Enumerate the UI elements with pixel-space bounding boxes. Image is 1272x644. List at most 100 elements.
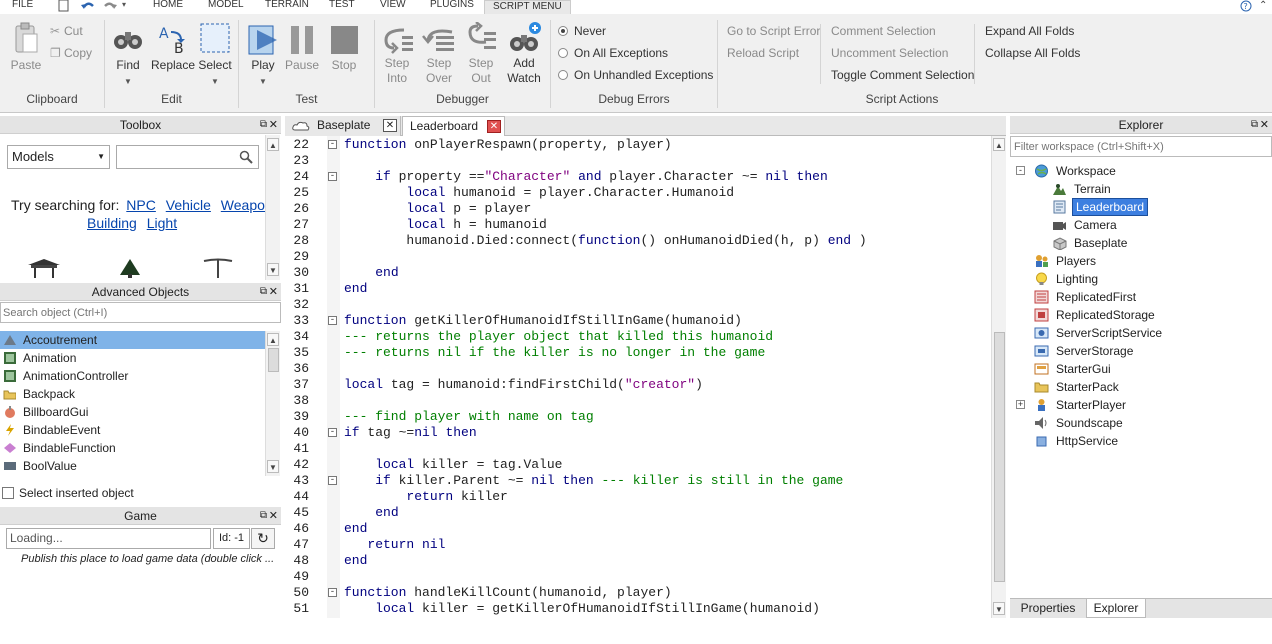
tab-baseplate[interactable]: Baseplate ✕: [285, 116, 401, 136]
model-thumbnail-streetlight[interactable]: [200, 257, 236, 279]
play-button[interactable]: Play ▼: [244, 22, 282, 89]
code-line[interactable]: 50 - function handleKillCount(humanoid, pl…: [285, 585, 990, 601]
tab-close-icon[interactable]: ✕: [383, 119, 397, 132]
close-icon[interactable]: ✕: [1260, 116, 1269, 134]
find-dropdown-icon[interactable]: ▼: [124, 77, 132, 86]
scroll-thumb[interactable]: [268, 348, 279, 372]
suggestion-link-building[interactable]: Building: [87, 215, 137, 231]
explorer-item-startergui[interactable]: StarterGui: [1034, 360, 1234, 378]
help-icon[interactable]: ?: [1240, 0, 1254, 12]
toolbox-scrollbar[interactable]: ▲ ▼: [265, 135, 280, 280]
step-over-button[interactable]: Step Over: [420, 22, 458, 86]
scroll-up-icon[interactable]: ▲: [993, 138, 1005, 151]
explorer-item-soundscape[interactable]: Soundscape: [1034, 414, 1234, 432]
code-line[interactable]: 35 --- returns nil if the killer is no lo…: [285, 345, 990, 361]
tab-home[interactable]: HOME: [153, 0, 183, 14]
checkbox-unchecked-icon[interactable]: [2, 487, 14, 499]
editor-scrollbar[interactable]: ▲ ▼: [991, 136, 1006, 618]
objects-scrollbar[interactable]: ▲ ▼: [265, 331, 280, 476]
list-item-bindableevent[interactable]: BindableEvent: [0, 421, 265, 439]
explorer-item-starterpack[interactable]: StarterPack: [1034, 378, 1234, 396]
uncomment-selection-button[interactable]: Uncomment Selection: [831, 46, 948, 60]
explorer-item-starterplayer[interactable]: StarterPlayer: [1034, 396, 1234, 414]
find-button[interactable]: Find ▼: [110, 22, 146, 89]
fold-toggle-icon[interactable]: -: [328, 316, 337, 325]
code-line[interactable]: 34 --- returns the player object that kil…: [285, 329, 990, 345]
list-item-accoutrement[interactable]: Accoutrement: [0, 331, 265, 349]
scroll-down-icon[interactable]: ▼: [267, 460, 279, 473]
replace-button[interactable]: AB Replace: [150, 22, 196, 73]
collapse-all-folds-button[interactable]: Collapse All Folds: [985, 46, 1080, 60]
comment-selection-button[interactable]: Comment Selection: [831, 24, 936, 38]
code-line[interactable]: 39 --- find player with name on tag: [285, 409, 990, 425]
cut-button[interactable]: ✂ Cut: [50, 24, 83, 38]
explorer-item-terrain[interactable]: Terrain: [1052, 180, 1252, 198]
explorer-item-serverscriptservice[interactable]: ServerScriptService: [1034, 324, 1234, 342]
undo-icon[interactable]: [80, 0, 96, 12]
list-item-backpack[interactable]: Backpack: [0, 385, 265, 403]
code-line[interactable]: 23: [285, 153, 990, 169]
fold-toggle-icon[interactable]: -: [328, 588, 337, 597]
code-line[interactable]: 37 local tag = humanoid:findFirstChild("c…: [285, 377, 990, 393]
quick-access-chevron-icon[interactable]: ▾: [122, 0, 126, 9]
list-item-boolvalue[interactable]: BoolValue: [0, 457, 265, 475]
ribbon-expand-icon[interactable]: ⌃: [1259, 0, 1267, 11]
object-search-input[interactable]: [0, 302, 281, 323]
tab-explorer[interactable]: Explorer: [1086, 599, 1146, 618]
tab-test[interactable]: TEST: [329, 0, 355, 14]
explorer-item-serverstorage[interactable]: ServerStorage: [1034, 342, 1234, 360]
code-line[interactable]: 28 humanoid.Died:connect(function() onHu…: [285, 233, 990, 249]
pin-icon[interactable]: ⧉: [260, 283, 267, 301]
code-line[interactable]: 26 local p = player: [285, 201, 990, 217]
step-out-button[interactable]: Step Out: [462, 22, 500, 86]
explorer-item-players[interactable]: Players: [1034, 252, 1234, 270]
explorer-item-leaderboard[interactable]: Leaderboard: [1052, 198, 1162, 216]
redo-icon[interactable]: [102, 0, 118, 12]
game-loading-field[interactable]: Loading...: [6, 528, 211, 549]
fold-toggle-icon[interactable]: -: [328, 428, 337, 437]
explorer-item-camera[interactable]: Camera: [1052, 216, 1252, 234]
toolbox-search-input[interactable]: [116, 145, 259, 169]
code-line[interactable]: 42 local killer = tag.Value: [285, 457, 990, 473]
pin-icon[interactable]: ⧉: [260, 507, 267, 525]
go-to-script-error-button[interactable]: Go to Script Error: [727, 24, 820, 38]
code-line[interactable]: 45 end: [285, 505, 990, 521]
toggle-comment-selection-button[interactable]: Toggle Comment Selection: [831, 68, 974, 82]
category-select[interactable]: Models ▼: [7, 145, 110, 169]
tab-properties[interactable]: Properties: [1012, 599, 1084, 618]
suggestion-link-npc[interactable]: NPC: [126, 197, 156, 213]
code-line[interactable]: 27 local h = humanoid: [285, 217, 990, 233]
select-dropdown-icon[interactable]: ▼: [211, 77, 219, 86]
code-line[interactable]: 32: [285, 297, 990, 313]
code-editor[interactable]: 22- function onPlayerRespawn(property, pl…: [285, 136, 1006, 618]
tree-expander-icon[interactable]: -: [1016, 166, 1025, 175]
pause-button[interactable]: Pause: [284, 22, 320, 73]
explorer-item-lighting[interactable]: Lighting: [1034, 270, 1234, 288]
expand-all-folds-button[interactable]: Expand All Folds: [985, 24, 1074, 38]
code-line[interactable]: 36: [285, 361, 990, 377]
fold-toggle-icon[interactable]: -: [328, 172, 337, 181]
explorer-item-workspace[interactable]: Workspace: [1034, 162, 1234, 180]
add-watch-button[interactable]: Add Watch: [504, 22, 544, 86]
tab-model[interactable]: MODEL: [208, 0, 244, 14]
tab-script-menu[interactable]: SCRIPT MENU: [484, 0, 571, 14]
close-icon[interactable]: ✕: [269, 283, 278, 301]
suggestion-link-light[interactable]: Light: [147, 215, 177, 231]
code-line[interactable]: 38: [285, 393, 990, 409]
select-inserted-checkbox-row[interactable]: Select inserted object: [2, 485, 272, 501]
tree-expander-icon[interactable]: +: [1016, 400, 1025, 409]
code-line[interactable]: 31 end: [285, 281, 990, 297]
fold-toggle-icon[interactable]: -: [328, 476, 337, 485]
code-line[interactable]: 33 - function getKillerOfHumanoidIfStillIn…: [285, 313, 990, 329]
code-line[interactable]: 49: [285, 569, 990, 585]
scroll-up-icon[interactable]: ▲: [267, 138, 279, 151]
code-line[interactable]: 25 local humanoid = player.Character.Hum…: [285, 185, 990, 201]
code-line[interactable]: 46 end: [285, 521, 990, 537]
list-item-billboardgui[interactable]: BillboardGui: [0, 403, 265, 421]
suggestion-link-vehicle[interactable]: Vehicle: [166, 197, 211, 213]
select-button[interactable]: Select ▼: [198, 22, 232, 89]
code-line[interactable]: 22 - function onPlayerRespawn(property, pl…: [285, 137, 990, 153]
explorer-item-replicatedfirst[interactable]: ReplicatedFirst: [1034, 288, 1234, 306]
code-line[interactable]: 24 - if property =="Character" and player…: [285, 169, 990, 185]
copy-button[interactable]: ❐ Copy: [50, 46, 92, 60]
